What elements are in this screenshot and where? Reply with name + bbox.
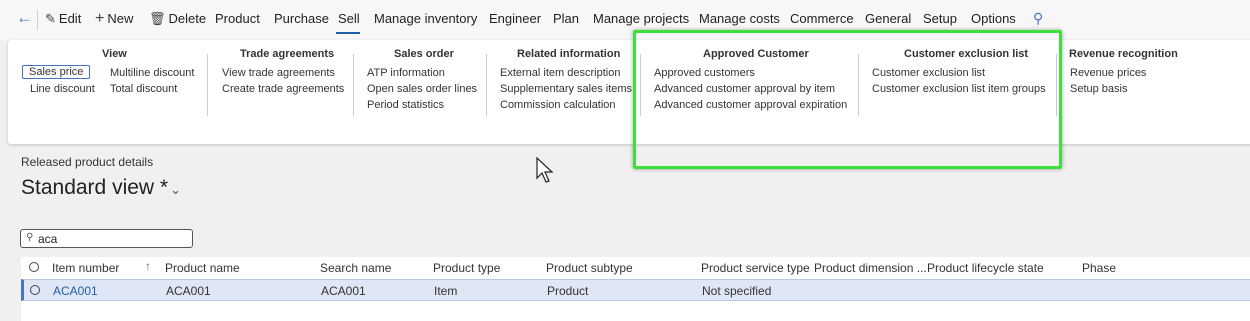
column-header-product-type[interactable]: Product type [433,261,500,275]
create-trade-agreements-button[interactable]: Create trade agreements [222,83,344,95]
supplementary-sales-items-button[interactable]: Supplementary sales items [500,83,632,95]
column-header-product-subtype[interactable]: Product subtype [546,261,633,275]
plus-icon: + [95,10,105,27]
pencil-icon: ✎ [45,11,56,26]
view-selector[interactable]: Standard view * ⌄ [21,176,181,200]
product-type-cell: Item [434,284,458,298]
multiline-discount-button[interactable]: Multiline discount [110,67,194,79]
group-title-related-information: Related information [517,48,621,60]
tab-product[interactable]: Product [215,11,260,26]
product-name-cell: ACA001 [166,284,211,298]
chevron-down-icon: ⌄ [170,182,181,197]
group-title-revenue-recognition: Revenue recognition [1069,48,1178,60]
mouse-pointer-icon [536,157,554,183]
delete-button[interactable]: 🗑 Delete [149,11,206,27]
group-title-trade-agreements: Trade agreements [240,48,335,60]
group-divider [353,54,354,116]
row-select-radio[interactable] [30,285,40,295]
tab-manage-projects[interactable]: Manage projects [593,11,689,26]
tab-sell[interactable]: Sell [338,11,360,26]
sell-ribbon: View Sales price Multiline discount Line… [8,40,1250,144]
commission-calculation-button[interactable]: Commission calculation [500,99,616,111]
tab-purchase[interactable]: Purchase [274,11,329,26]
sort-ascending-icon: ↑ [145,259,151,273]
setup-basis-button[interactable]: Setup basis [1070,83,1127,95]
sales-price-button[interactable]: Sales price [22,65,91,79]
edit-button[interactable]: ✎ Edit [45,11,81,27]
tab-options[interactable]: Options [971,11,1016,26]
search-icon: ⚲ [26,232,34,243]
back-arrow-icon[interactable]: ← [16,8,33,28]
column-header-product-lifecycle-state[interactable]: Product lifecycle state [927,261,1044,275]
tab-general[interactable]: General [865,11,911,26]
tab-setup[interactable]: Setup [923,11,957,26]
action-pane: ← ✎ Edit + New 🗑 Delete Product Purchase Se… [0,0,1250,40]
product-service-type-cell: Not specified [702,284,772,298]
column-header-product-dimension[interactable]: Product dimension ... [814,261,927,275]
period-statistics-button[interactable]: Period statistics [367,99,444,111]
highlight-box [633,30,1062,169]
external-item-description-button[interactable]: External item description [500,67,620,79]
page-title: Standard view * [21,176,169,199]
page-caption: Released product details [21,155,154,169]
tab-commerce[interactable]: Commerce [790,11,854,26]
line-discount-button[interactable]: Line discount [30,83,95,95]
divider [37,10,38,30]
new-button[interactable]: + New [95,10,133,27]
group-title-sales-order: Sales order [394,48,454,60]
revenue-prices-button[interactable]: Revenue prices [1070,67,1146,79]
column-header-product-service-type[interactable]: Product service type [701,261,810,275]
tab-engineer[interactable]: Engineer [489,11,541,26]
tab-plan[interactable]: Plan [553,11,579,26]
atp-information-button[interactable]: ATP information [367,67,445,79]
active-tab-indicator [336,32,360,34]
grid-header: Item number ↑ Product name Search name P… [21,257,1250,280]
table-row[interactable]: ACA001 ACA001 ACA001 Item Product Not sp… [21,279,1250,301]
group-divider [207,54,208,116]
tab-manage-inventory[interactable]: Manage inventory [374,11,477,26]
column-header-item-number[interactable]: Item number [52,261,119,275]
open-sales-order-lines-button[interactable]: Open sales order lines [367,83,477,95]
column-header-search-name[interactable]: Search name [320,261,391,275]
search-name-cell: ACA001 [321,284,366,298]
tab-manage-costs[interactable]: Manage costs [699,11,780,26]
column-header-product-name[interactable]: Product name [165,261,240,275]
column-header-phase[interactable]: Phase [1082,261,1116,275]
total-discount-button[interactable]: Total discount [110,83,177,95]
search-icon[interactable]: ⚲ [1033,10,1043,27]
filter-input[interactable] [38,231,188,246]
trash-icon: 🗑 [149,11,166,26]
view-trade-agreements-button[interactable]: View trade agreements [222,67,335,79]
group-divider [486,54,487,116]
select-all-radio[interactable] [29,262,39,272]
products-grid: Item number ↑ Product name Search name P… [21,257,1250,321]
group-title-view: View [102,48,127,60]
item-number-link[interactable]: ACA001 [53,284,98,298]
product-subtype-cell: Product [547,284,589,298]
filter-box[interactable]: ⚲ [20,229,193,248]
